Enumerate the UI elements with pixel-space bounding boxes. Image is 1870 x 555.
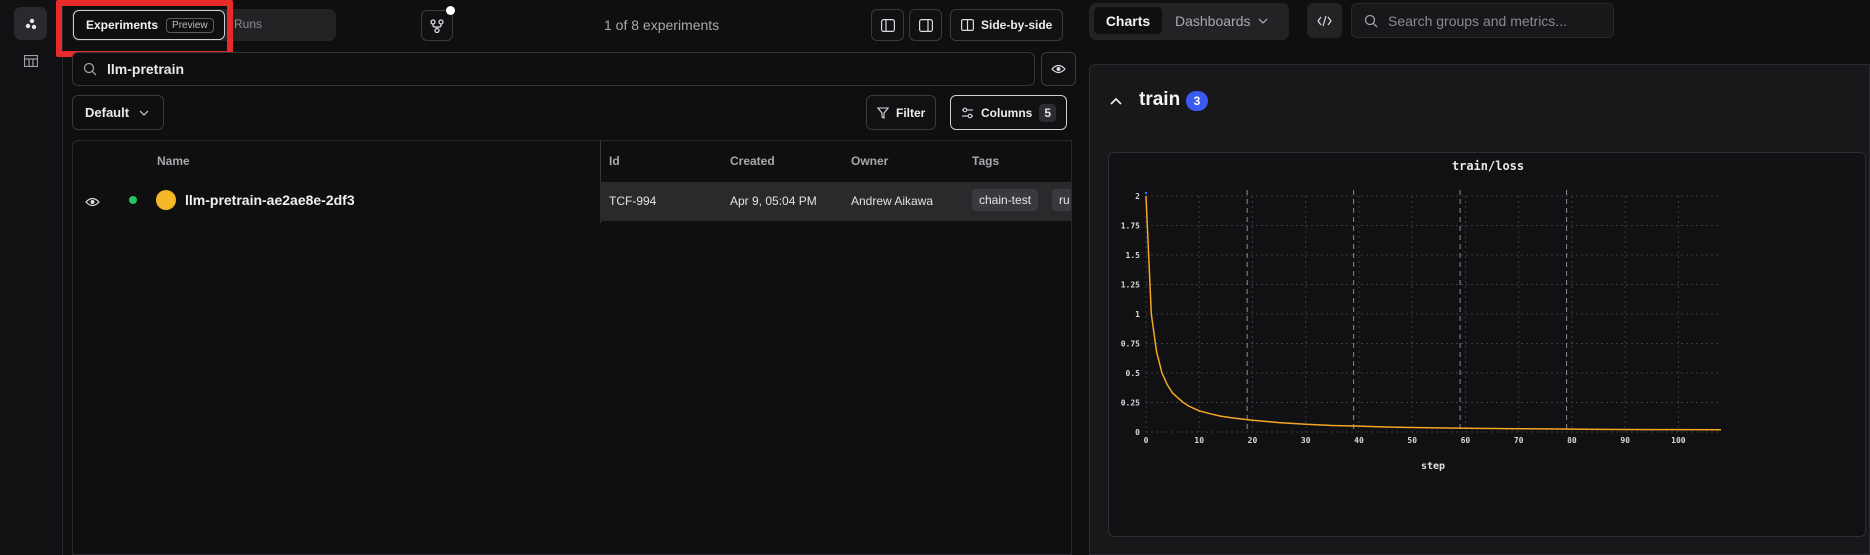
loss-chart: train/loss 0 0.25 0.5 0.75 1 1.25 1.5 1.75 2 0 10…	[1121, 159, 1722, 472]
filter-button[interactable]: Filter	[866, 95, 937, 130]
x-tick-label: 0	[1144, 436, 1149, 445]
chart-card[interactable]: train/loss 0 0.25 0.5 0.75 1 1.25 1.5 1.75 2 0 10…	[1108, 152, 1866, 537]
y-tick-label: 2	[1135, 192, 1140, 201]
chart-section-panel: train 3 train/loss 0 0.25 0.5 0.75 1 1.25 1.5 1…	[1089, 64, 1870, 555]
table-nav-icon[interactable]	[14, 44, 47, 77]
eye-icon	[1051, 64, 1066, 74]
metric-search-input[interactable]: Search groups and metrics...	[1351, 3, 1614, 38]
tag-chip[interactable]: chain-test	[972, 189, 1039, 211]
cell-id: TCF-994	[609, 194, 657, 208]
columns-label: Columns	[981, 105, 1033, 120]
section-count-badge: 3	[1186, 91, 1208, 111]
experiments-tab-label: Experiments	[86, 18, 159, 32]
search-icon	[83, 62, 97, 76]
search-icon	[1364, 14, 1378, 27]
fork-icon	[430, 18, 444, 33]
chevron-up-icon[interactable]	[1110, 97, 1122, 105]
x-tick-label: 10	[1194, 436, 1204, 445]
series-start-point	[1144, 191, 1148, 195]
x-tick-label: 50	[1407, 436, 1417, 445]
column-header-created[interactable]: Created	[730, 154, 775, 168]
view-select-value: Default	[85, 105, 130, 120]
chart-grid	[1145, 195, 1721, 433]
x-tick-label: 20	[1248, 436, 1258, 445]
x-tick-label: 80	[1567, 436, 1577, 445]
y-tick-label: 1.75	[1121, 222, 1140, 231]
code-icon	[1317, 15, 1332, 26]
tab-charts[interactable]: Charts	[1094, 7, 1162, 34]
side-by-side-label: Side-by-side	[981, 18, 1053, 32]
column-header-owner[interactable]: Owner	[851, 154, 888, 168]
chevron-down-icon	[1258, 18, 1267, 24]
section-title[interactable]: train	[1139, 89, 1180, 111]
y-tick-label: 1.5	[1126, 251, 1141, 260]
experiment-count: 1 of 8 experiments	[604, 17, 720, 33]
x-axis: 0 10 20 30 40 50 60 70 80 90 100	[1144, 436, 1686, 445]
side-by-side-button[interactable]: Side-by-side	[950, 9, 1064, 41]
x-tick-label: 60	[1461, 436, 1471, 445]
run-avatar	[156, 190, 176, 210]
column-header-name[interactable]: Name	[157, 154, 190, 168]
tab-dashboards-label: Dashboards	[1175, 13, 1251, 29]
y-axis: 0 0.25 0.5 0.75 1 1.25 1.5 1.75 2	[1121, 192, 1140, 437]
filter-icon	[877, 106, 889, 119]
column-header-tags[interactable]: Tags	[972, 154, 999, 168]
chevron-down-icon	[139, 110, 149, 116]
row-visibility-toggle[interactable]	[85, 195, 100, 210]
status-indicator	[129, 196, 137, 204]
experiments-table: Name Id Created Owner Tags llm-pretrain-…	[72, 140, 1072, 555]
x-axis-label: step	[1421, 461, 1445, 472]
sidebar-left-icon	[880, 18, 895, 32]
experiments-nav-icon[interactable]	[14, 7, 47, 40]
columns-split-icon	[961, 19, 974, 31]
y-tick-label: 0.5	[1126, 369, 1141, 378]
experiment-search-input[interactable]: llm-pretrain	[72, 52, 1035, 86]
visibility-toggle-button[interactable]	[1041, 52, 1076, 86]
y-tick-label: 1	[1135, 310, 1140, 319]
y-tick-label: 1.25	[1121, 281, 1140, 290]
metric-search-placeholder: Search groups and metrics...	[1388, 12, 1567, 29]
cell-created: Apr 9, 05:04 PM	[730, 194, 817, 208]
y-tick-label: 0	[1135, 428, 1140, 437]
chart-title: train/loss	[1452, 159, 1524, 173]
experiments-tab[interactable]: Experiments Preview	[73, 10, 225, 40]
x-tick-label: 70	[1514, 436, 1524, 445]
view-select[interactable]: Default	[72, 95, 164, 130]
runs-tab[interactable]: Runs	[234, 17, 262, 31]
experiments-pane: Experiments Preview Runs 1 of 8 experime…	[56, 0, 1076, 555]
experiment-name-link[interactable]: llm-pretrain-ae2ae8e-2df3	[185, 192, 355, 208]
search-value: llm-pretrain	[107, 61, 185, 77]
x-tick-label: 30	[1301, 436, 1311, 445]
eye-icon	[85, 197, 100, 207]
x-tick-label: 100	[1671, 436, 1686, 445]
x-tick-label: 40	[1354, 436, 1364, 445]
columns-count: 5	[1039, 103, 1057, 122]
tab-dashboards[interactable]: Dashboards	[1175, 13, 1268, 29]
preview-badge: Preview	[166, 17, 214, 33]
x-tick-label: 90	[1620, 436, 1630, 445]
app-rail	[0, 0, 63, 555]
filter-label: Filter	[896, 105, 926, 120]
left-panel-toggle-button[interactable]	[871, 9, 904, 41]
y-tick-label: 0.75	[1121, 340, 1140, 349]
chart-series	[1144, 191, 1722, 431]
code-view-button[interactable]	[1307, 3, 1342, 38]
right-panel-toggle-button[interactable]	[909, 9, 942, 41]
column-header-id[interactable]: Id	[609, 154, 620, 168]
columns-button[interactable]: Columns 5	[950, 95, 1068, 130]
sidebar-right-icon	[918, 18, 933, 32]
charts-pane: Charts Dashboards Search groups and metr…	[1089, 0, 1870, 555]
y-tick-label: 0.25	[1121, 399, 1140, 408]
series-line	[1145, 195, 1722, 431]
notification-dot	[446, 6, 455, 15]
cell-owner: Andrew Aikawa	[851, 194, 934, 208]
sliders-icon	[962, 107, 973, 118]
tag-chip[interactable]: ru	[1052, 189, 1071, 211]
